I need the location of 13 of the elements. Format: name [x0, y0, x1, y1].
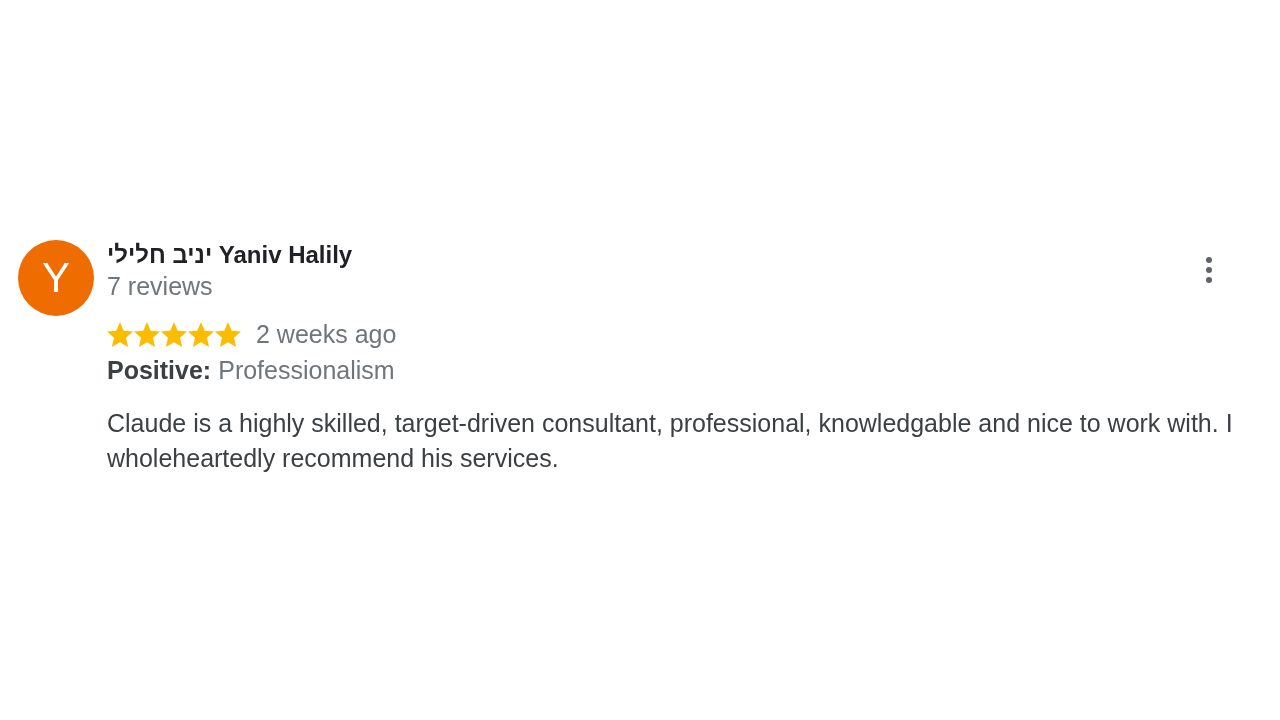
review-count: 7 reviews: [107, 271, 213, 302]
attribute-value: Professionalism: [218, 355, 395, 385]
reviewer-name[interactable]: יניב חלילי Yaniv Halily: [107, 240, 353, 270]
review-text: Claude is a highly skilled, target-driven consultant, professional, knowledgable and nice to work with. I wholeheartedly recommend his services.: [107, 408, 1234, 474]
star-icon: [134, 321, 160, 347]
star-icon: [107, 321, 133, 347]
star-icon: [188, 321, 214, 347]
avatar-circle: Y: [18, 240, 94, 316]
star-icon: [215, 321, 241, 347]
review-date: 2 weeks ago: [256, 319, 397, 349]
star-icon: [161, 321, 187, 347]
attribute-label: Positive:: [107, 355, 212, 385]
more-vertical-icon: [1206, 257, 1212, 283]
